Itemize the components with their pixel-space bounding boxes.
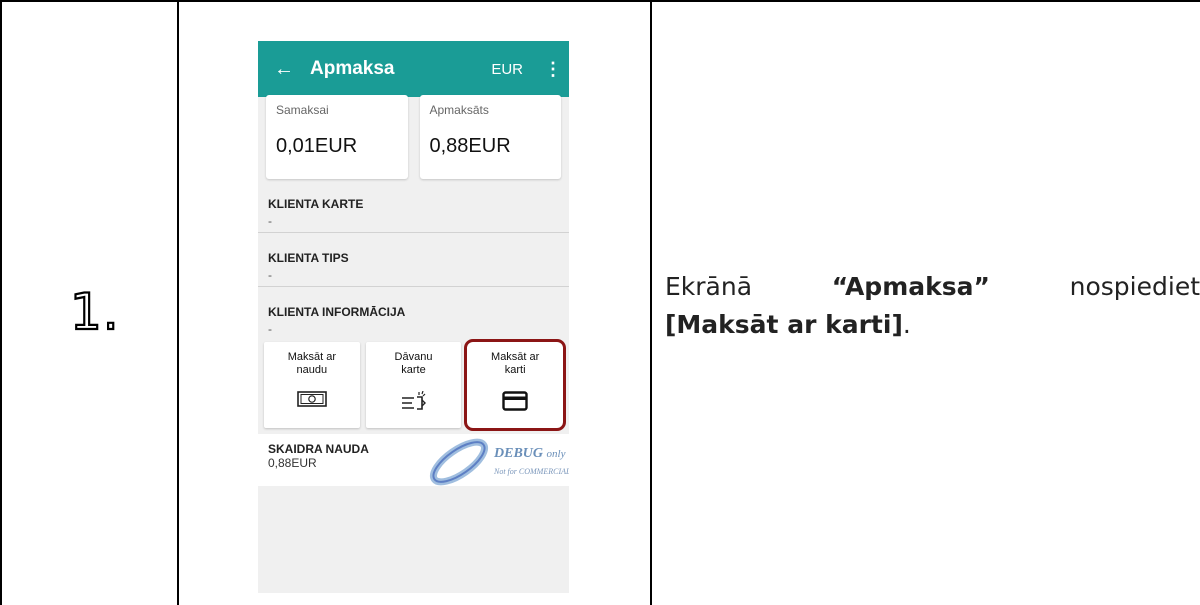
table-top-border <box>0 0 1200 2</box>
client-info-value: - <box>268 322 272 336</box>
paid-label: Apmaksāts <box>429 103 489 117</box>
gift-card-icon <box>366 391 462 411</box>
instruction-verb: nospiediet <box>1069 272 1200 301</box>
debug-watermark-title: DEBUG <box>494 446 544 461</box>
gift-card-label-line2: karte <box>401 364 426 376</box>
back-arrow-icon[interactable]: ← <box>258 58 310 81</box>
more-vert-icon[interactable]: ⋮ <box>543 59 563 80</box>
pay-cash-label-line2: naudu <box>296 364 328 376</box>
gift-card-label-line1: Dāvanu <box>394 351 433 363</box>
instruction-suffix: . <box>902 310 911 339</box>
pay-card-button[interactable]: Maksāt ar karti <box>464 339 567 431</box>
phone-screen: ← Apmaksa EUR ⋮ Samaksai 0,01EUR Apmaksā… <box>258 41 569 593</box>
cash-icon <box>264 391 360 407</box>
currency-selector[interactable]: EUR <box>491 61 523 78</box>
instruction-button-name: [Maksāt ar karti] <box>665 310 903 339</box>
to-pay-value: 0,01EUR <box>276 135 358 157</box>
client-card-section[interactable]: KLIENTA KARTE - <box>258 179 569 233</box>
pay-cash-button[interactable]: Maksāt ar naudu <box>264 342 360 428</box>
instruction-prefix: Ekrānā <box>665 272 753 301</box>
table-left-border <box>0 0 2 605</box>
toolbar-title: Apmaksa <box>310 58 395 79</box>
client-card-value: - <box>268 214 272 228</box>
debug-watermark: DEBUG only Not for COMMERCIAL <box>426 438 569 486</box>
instruction-screen-name: “Apmaksa” <box>831 272 990 301</box>
to-pay-card: Samaksai 0,01EUR <box>266 95 408 179</box>
paid-card: Apmaksāts 0,88EUR <box>419 95 561 179</box>
payment-method-buttons: Maksāt ar naudu Dāvanu karte Maksāt ar k… <box>258 339 569 431</box>
table-column-divider-2 <box>650 0 652 605</box>
credit-card-icon <box>467 391 563 411</box>
step-number: 1. <box>69 282 120 342</box>
client-type-section[interactable]: KLIENTA TIPS - <box>258 233 569 287</box>
debug-watermark-suffix: only <box>546 448 566 460</box>
to-pay-label: Samaksai <box>276 103 329 117</box>
client-info-section[interactable]: KLIENTA INFORMĀCIJA - <box>258 287 569 337</box>
client-type-heading: KLIENTA TIPS <box>268 251 349 265</box>
gift-card-button[interactable]: Dāvanu karte <box>365 342 462 428</box>
debug-watermark-subtitle: Not for COMMERCIAL <box>494 467 569 476</box>
instruction-text: Ekrānā “Apmaksa” nospiediet [Maksāt ar k… <box>665 268 1200 344</box>
app-toolbar: ← Apmaksa EUR ⋮ <box>258 41 569 97</box>
client-type-value: - <box>268 268 272 282</box>
paid-value: 0,88EUR <box>429 135 511 157</box>
debug-logo-icon <box>429 438 489 486</box>
client-info-heading: KLIENTA INFORMĀCIJA <box>268 305 406 319</box>
cash-payment-row: SKAIDRA NAUDA 0,88EUR DEBUG only Not for… <box>258 434 569 486</box>
table-column-divider-1 <box>177 0 179 605</box>
payment-summary: Samaksai 0,01EUR Apmaksāts 0,88EUR <box>258 95 569 179</box>
client-card-heading: KLIENTA KARTE <box>268 197 364 211</box>
pay-card-label-line1: Maksāt ar <box>491 351 540 363</box>
pay-cash-label-line1: Maksāt ar <box>287 351 336 363</box>
pay-card-label-line2: karti <box>504 364 526 376</box>
